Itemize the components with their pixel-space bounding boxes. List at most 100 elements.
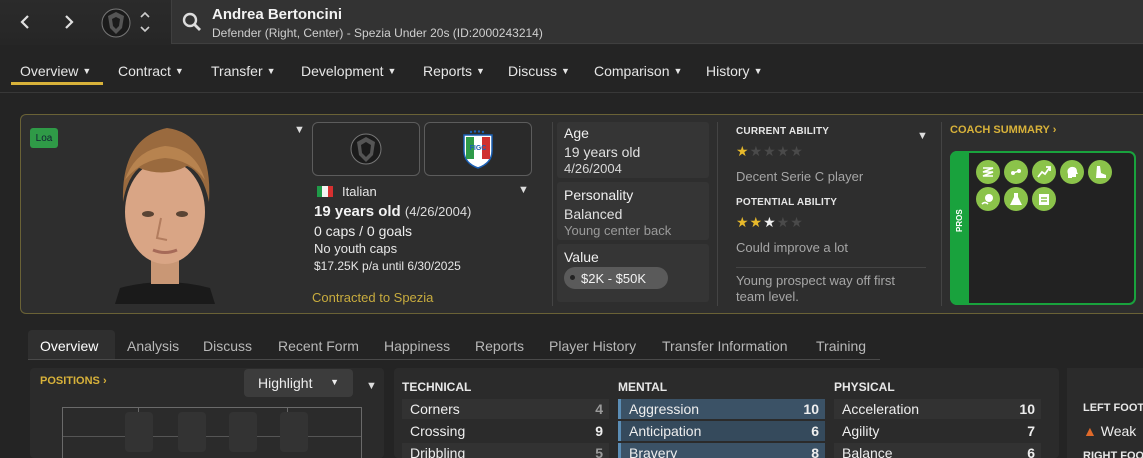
- club-crest-button[interactable]: [312, 122, 420, 176]
- chevron-down-icon[interactable]: ▼: [917, 130, 928, 142]
- menu-transfer[interactable]: Transfer ▼: [211, 63, 276, 79]
- chevron-down-icon: ▼: [387, 66, 397, 76]
- active-menu-indicator: [11, 82, 103, 85]
- tab-analysis[interactable]: Analysis: [127, 338, 179, 354]
- club-crest-icon: [350, 133, 382, 165]
- tab-training[interactable]: Training: [816, 338, 866, 354]
- attribute-row-balance[interactable]: Balance 6: [834, 443, 1041, 458]
- contract-wage: $17.25K p/a until 6/30/2025: [314, 259, 461, 273]
- physical-title: PHYSICAL: [834, 380, 895, 394]
- ability-summary: Young prospect way off first team level.: [736, 273, 895, 304]
- menu-history[interactable]: History ▼: [706, 63, 762, 79]
- contract-status[interactable]: Contracted to Spezia: [312, 290, 433, 305]
- age-label: Age: [564, 125, 589, 141]
- federation-crest-icon: FIGC: [463, 130, 493, 169]
- chevron-down-icon: ▼: [330, 377, 339, 387]
- tab-discuss[interactable]: Discuss: [203, 338, 252, 354]
- value-range-tag[interactable]: $2K - $50K: [564, 267, 668, 289]
- chevron-right-icon: ›: [102, 375, 107, 387]
- pros-label: PROS: [955, 209, 964, 232]
- attribute-row-dribbling[interactable]: Dribbling 5: [402, 443, 609, 458]
- player-search-bar[interactable]: Andrea Bertoncini Defender (Right, Cente…: [171, 0, 1143, 44]
- attribute-row-aggression[interactable]: Aggression 10: [618, 399, 825, 419]
- svg-text:FIGC: FIGC: [470, 145, 487, 152]
- chevron-down-icon[interactable]: ▼: [366, 380, 377, 392]
- left-foot-label: LEFT FOOT: [1083, 402, 1143, 414]
- tab-reports[interactable]: Reports: [475, 338, 524, 354]
- caps-goals: 0 caps / 0 goals: [314, 223, 413, 239]
- star-icon: ★★: [736, 214, 764, 230]
- chevron-down-icon[interactable]: ▼: [294, 124, 305, 136]
- youth-caps: No youth caps: [314, 241, 398, 256]
- menu-reports[interactable]: Reports ▼: [423, 63, 485, 79]
- italy-flag-icon: [317, 186, 333, 197]
- national-team-button[interactable]: FIGC: [424, 122, 532, 176]
- tab-player-history[interactable]: Player History: [549, 338, 636, 354]
- search-icon[interactable]: [181, 11, 203, 33]
- chevron-right-icon: ›: [1052, 124, 1057, 136]
- current-ability-stars: ★★★★★: [736, 143, 804, 159]
- attribute-row-corners[interactable]: Corners 4: [402, 399, 609, 419]
- pass-icon[interactable]: [1004, 160, 1028, 184]
- attribute-row-bravery[interactable]: Bravery 8: [618, 443, 825, 458]
- potential-ability-stars: ★★★★★: [736, 214, 804, 230]
- menu-contract[interactable]: Contract ▼: [118, 63, 184, 79]
- divider: [941, 122, 942, 306]
- tab-recent-form[interactable]: Recent Form: [278, 338, 359, 354]
- age-value: 19 years old: [564, 144, 641, 160]
- mental-title: MENTAL: [618, 380, 668, 394]
- right-foot-label: RIGHT FOOT: [1083, 450, 1143, 458]
- player-photo: [95, 120, 235, 304]
- menu-comparison[interactable]: Comparison ▼: [594, 63, 682, 79]
- spring-icon[interactable]: [976, 160, 1000, 184]
- chevron-down-icon: ▼: [753, 66, 763, 76]
- player-name: Andrea Bertoncini: [212, 6, 343, 23]
- flask-icon[interactable]: [1004, 187, 1028, 211]
- clipboard-icon[interactable]: [1032, 187, 1056, 211]
- boot-icon: ▲: [1083, 423, 1097, 439]
- personality-desc: Young center back: [564, 223, 672, 238]
- divider: [552, 122, 553, 306]
- attribute-row-agility[interactable]: Agility 7: [834, 421, 1041, 441]
- up-down-toggle-icon[interactable]: [138, 8, 152, 36]
- menu-overview[interactable]: Overview ▼: [20, 63, 91, 79]
- highlight-dropdown[interactable]: Highlight ▼: [244, 369, 353, 397]
- age-summary: 19 years old (4/26/2004): [314, 203, 472, 220]
- tabs-divider: [28, 359, 880, 360]
- attribute-row-acceleration[interactable]: Acceleration 10: [834, 399, 1041, 419]
- divider: [736, 267, 926, 268]
- chevron-down-icon: ▼: [82, 66, 92, 76]
- nationality[interactable]: Italian: [342, 184, 377, 199]
- club-crest-icon[interactable]: [100, 6, 132, 40]
- tab-happiness[interactable]: Happiness: [384, 338, 450, 354]
- back-arrow-icon[interactable]: [13, 10, 37, 34]
- trend-up-icon[interactable]: [1032, 160, 1056, 184]
- chevron-down-icon: ▼: [673, 66, 683, 76]
- ball-icon[interactable]: [976, 187, 1000, 211]
- current-ability-label: CURRENT ABILITY: [736, 126, 830, 137]
- chevron-down-icon[interactable]: ▼: [518, 184, 529, 196]
- attribute-row-crossing[interactable]: Crossing 9: [402, 421, 609, 441]
- personality-value: Balanced: [564, 206, 623, 222]
- player-subtitle: Defender (Right, Center) - Spezia Under …: [212, 26, 543, 40]
- tab-transfer-information[interactable]: Transfer Information: [662, 338, 788, 354]
- menu-development[interactable]: Development ▼: [301, 63, 396, 79]
- forward-arrow-icon[interactable]: [57, 10, 81, 34]
- age-dob: 4/26/2004: [564, 161, 622, 176]
- coach-summary-link[interactable]: COACH SUMMARY ›: [950, 124, 1056, 136]
- positions-link[interactable]: POSITIONS ›: [40, 375, 107, 387]
- menu-discuss[interactable]: Discuss ▼: [508, 63, 570, 79]
- potential-ability-desc: Could improve a lot: [736, 240, 848, 255]
- personality-label: Personality: [564, 187, 634, 203]
- chevron-down-icon: ▼: [174, 66, 184, 76]
- boot-icon[interactable]: [1088, 160, 1112, 184]
- left-foot-value: ▲ Weak: [1083, 423, 1137, 439]
- divider: [717, 122, 718, 306]
- head-icon[interactable]: [1060, 160, 1084, 184]
- loan-badge: Loa: [30, 128, 58, 148]
- main-menu: Overview ▼ Contract ▼ Transfer ▼ Developmen…: [0, 45, 1143, 93]
- attribute-row-anticipation[interactable]: Anticipation 6: [618, 421, 825, 441]
- tab-overview[interactable]: Overview: [40, 338, 98, 354]
- star-icon: ★: [736, 143, 750, 159]
- chevron-down-icon: ▼: [266, 66, 276, 76]
